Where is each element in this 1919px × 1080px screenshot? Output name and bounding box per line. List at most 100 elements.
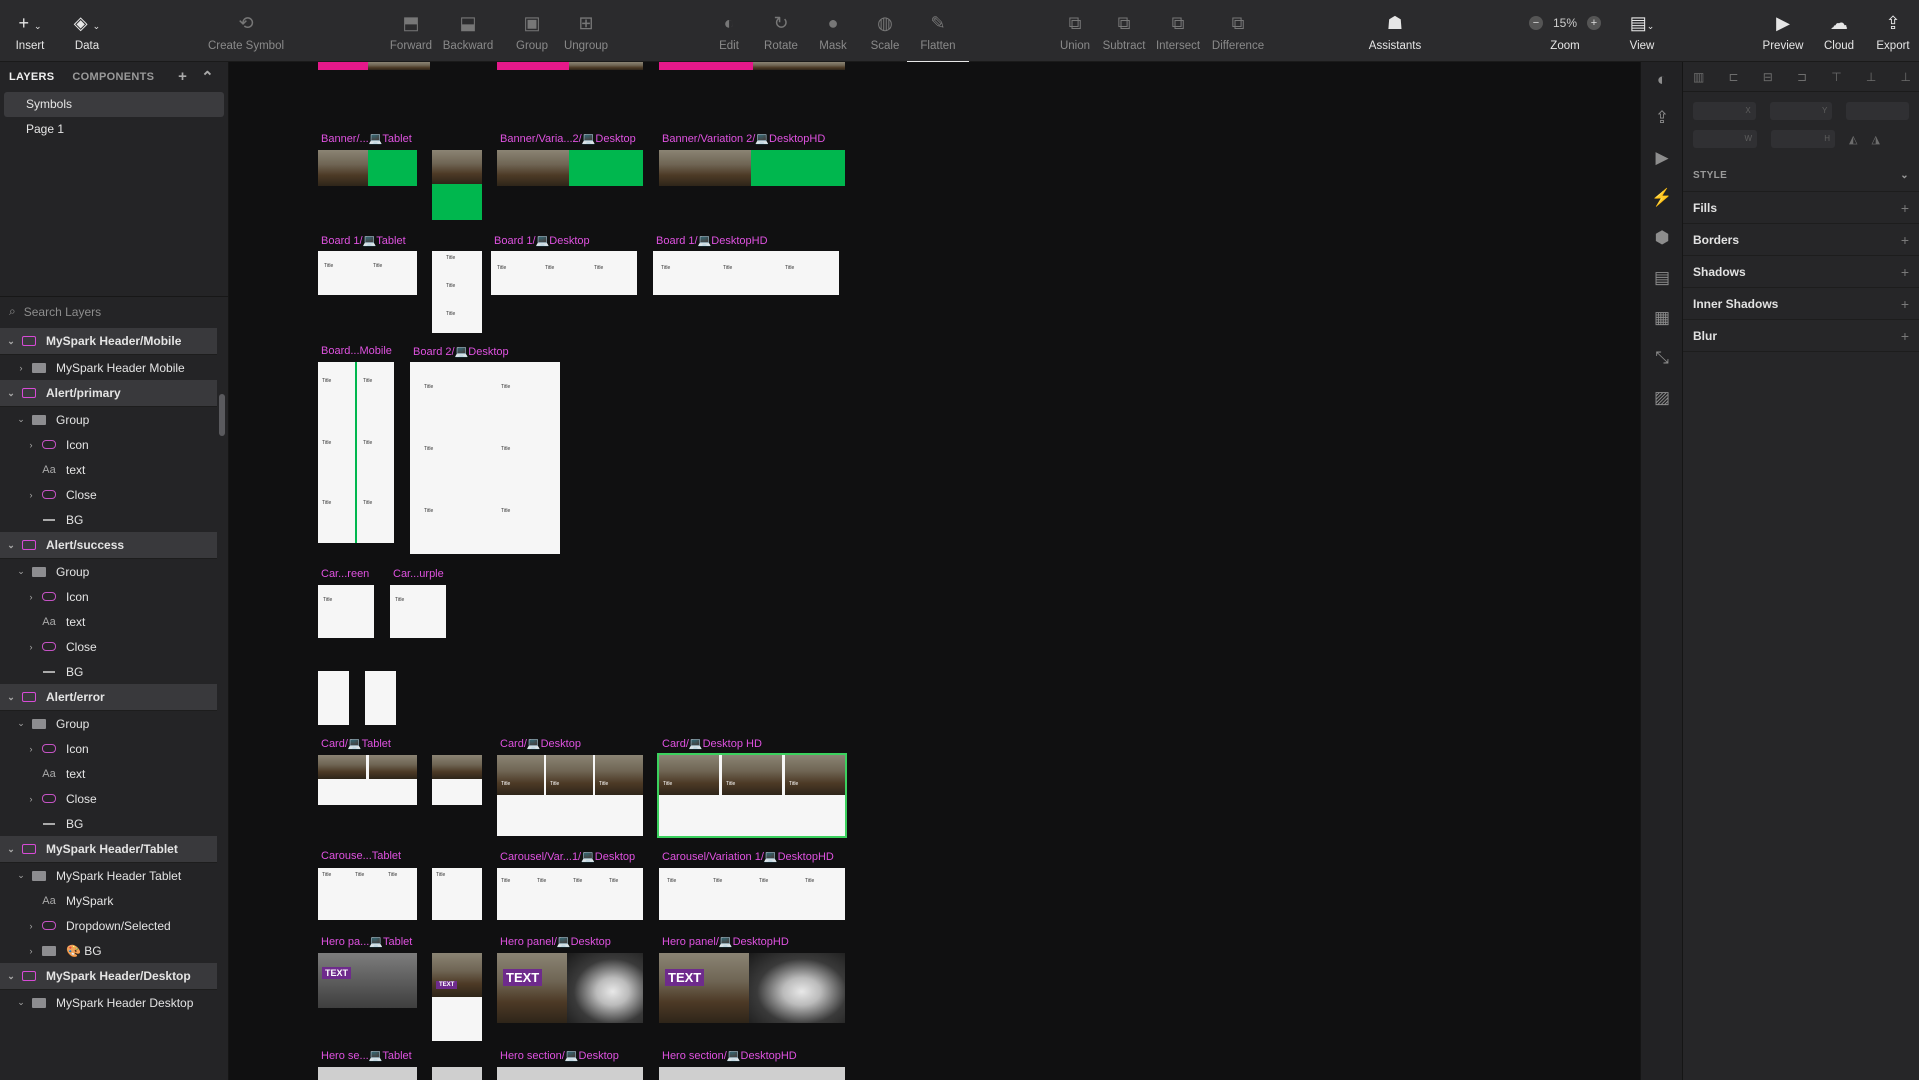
zoom-out-button[interactable]: − bbox=[1528, 16, 1543, 30]
component-hex-icon[interactable]: ⬢ bbox=[1641, 218, 1683, 258]
layer-row[interactable]: › Icon bbox=[0, 584, 217, 609]
layer-row[interactable]: › Icon bbox=[0, 736, 217, 761]
artboard-board1-desktop[interactable]: Title Title Title bbox=[491, 251, 637, 295]
style-prop-row[interactable]: Inner Shadows + bbox=[1683, 288, 1919, 320]
style-prop-row[interactable]: Borders + bbox=[1683, 224, 1919, 256]
chevron-right-icon[interactable]: › bbox=[24, 440, 38, 450]
zoom-in-button[interactable]: + bbox=[1587, 16, 1602, 30]
chevron-down-icon[interactable]: ⌄ bbox=[14, 566, 28, 577]
artboard-card-desktop[interactable]: Title Title Title bbox=[497, 755, 643, 836]
chevron-right-icon[interactable]: › bbox=[24, 946, 38, 956]
artboard-banner-mobile[interactable] bbox=[432, 150, 482, 220]
artboard-banner-desktop[interactable] bbox=[497, 150, 643, 186]
artboard-label-board1-desktophd[interactable]: Board 1/💻DesktopHD bbox=[656, 234, 768, 247]
artboard-label-hero-section-desktophd[interactable]: Hero section/💻DesktopHD bbox=[662, 1049, 797, 1062]
align-right-icon[interactable]: ⊐ bbox=[1797, 70, 1807, 84]
add-icon[interactable]: + bbox=[1901, 296, 1909, 312]
layer-search[interactable]: ⌕ Search Layers bbox=[0, 296, 228, 326]
page-item-symbols[interactable]: Symbols bbox=[4, 92, 224, 117]
layer-row[interactable]: Aa text bbox=[0, 457, 217, 482]
artboard-board1-desktophd[interactable]: Title Title Title bbox=[653, 251, 839, 295]
add-icon[interactable]: + bbox=[1901, 200, 1909, 216]
assistants-button[interactable]: ☗ Assistants bbox=[1367, 12, 1423, 52]
artboard-banner-top-desktophd[interactable] bbox=[659, 62, 845, 70]
artboard-hero-section-desktophd[interactable] bbox=[659, 1067, 845, 1080]
chevron-down-icon[interactable]: ⌄ bbox=[4, 540, 18, 551]
preview-button[interactable]: ▶ Preview bbox=[1762, 12, 1804, 52]
artboard-label-banner-desktophd[interactable]: Banner/Variation 2/💻DesktopHD bbox=[662, 132, 825, 145]
artboard-hero-panel-tablet[interactable]: TEXT bbox=[318, 953, 417, 1008]
canvas[interactable]: Banner/...💻Tablet Banner/Varia...2/💻Desk… bbox=[229, 62, 1640, 1080]
artboard-hero-panel-desktop[interactable]: TEXT bbox=[497, 953, 643, 1023]
artboard-carousel-tablet[interactable]: Title Title Title bbox=[318, 868, 417, 920]
collapse-icon[interactable]: ⌃ bbox=[201, 68, 214, 86]
artboard-car-purple[interactable]: Title bbox=[390, 585, 446, 638]
intersect-button[interactable]: ⧉ Intersect bbox=[1155, 12, 1201, 52]
artboard-label-board1-tablet[interactable]: Board 1/💻Tablet bbox=[321, 234, 406, 247]
add-icon[interactable]: + bbox=[1901, 232, 1909, 248]
difference-button[interactable]: ⧉ Difference bbox=[1210, 12, 1266, 52]
artboard-label-carousel-desktop[interactable]: Carousel/Var...1/💻Desktop bbox=[500, 850, 635, 863]
artboard-label-card-desktophd[interactable]: Card/💻Desktop HD bbox=[662, 737, 762, 750]
artboard-banner-tablet[interactable] bbox=[318, 150, 417, 186]
artboard-label-banner-desktop[interactable]: Banner/Varia...2/💻Desktop bbox=[500, 132, 636, 145]
search-input[interactable]: Search Layers bbox=[24, 305, 101, 319]
chevron-down-icon[interactable]: ⌄ bbox=[14, 718, 28, 729]
layout-list-icon[interactable]: ▤ bbox=[1641, 258, 1683, 298]
artboard-hero-section-mobile[interactable] bbox=[432, 1067, 482, 1080]
union-button[interactable]: ⧉ Union bbox=[1059, 12, 1091, 52]
image-icon[interactable]: ▨ bbox=[1641, 378, 1683, 418]
upload-icon[interactable]: ⇪ bbox=[1641, 98, 1683, 138]
artboard-banner-top-desktop[interactable] bbox=[497, 62, 643, 70]
insert-button[interactable]: + ⌄ Insert bbox=[12, 12, 48, 52]
layer-symbol-row[interactable]: ⌄ MySpark Header/Tablet bbox=[0, 836, 217, 863]
grid-icon[interactable]: ▦ bbox=[1641, 298, 1683, 338]
rotate-button[interactable]: ↻ Rotate bbox=[762, 12, 800, 52]
artboard-label-car-purple[interactable]: Car...urple bbox=[393, 568, 444, 580]
tab-layers[interactable]: LAYERS bbox=[9, 71, 54, 83]
layer-symbol-row[interactable]: ⌄ MySpark Header/Desktop bbox=[0, 963, 217, 990]
chevron-right-icon[interactable]: › bbox=[24, 744, 38, 754]
align-bottom-icon[interactable]: ⊥ bbox=[1900, 70, 1910, 84]
artboard-card-desktophd-selected[interactable]: Title Title Title bbox=[657, 753, 847, 838]
cloud-button[interactable]: ☁ Cloud bbox=[1822, 12, 1856, 52]
layer-row[interactable]: Aa text bbox=[0, 609, 217, 634]
height-field[interactable]: H bbox=[1771, 130, 1835, 148]
artboard-hero-panel-mobile[interactable]: TEXT bbox=[432, 953, 482, 1041]
artboard-label-carousel-tablet[interactable]: Carouse...Tablet bbox=[321, 850, 401, 862]
align-top-icon[interactable]: ⊤ bbox=[1831, 70, 1841, 84]
export-button[interactable]: ⇪ Export bbox=[1875, 12, 1911, 52]
artboard-hero-panel-desktophd[interactable]: TEXT bbox=[659, 953, 845, 1023]
artboard-car-green[interactable]: Title bbox=[318, 585, 374, 638]
distribute-icon[interactable]: ▥ bbox=[1693, 70, 1704, 84]
flatten-button[interactable]: ✎ Flatten bbox=[907, 12, 969, 63]
mask-button[interactable]: ● Mask bbox=[818, 12, 848, 52]
chevron-down-icon[interactable]: ⌄ bbox=[4, 692, 18, 703]
artboard-label-hero-section-tablet[interactable]: Hero se...💻Tablet bbox=[321, 1049, 412, 1062]
artboard-board1-mobile[interactable]: Title Title Title bbox=[432, 251, 482, 333]
chevron-down-icon[interactable]: ⌄ bbox=[4, 844, 18, 855]
artboard-banner-top-tablet[interactable] bbox=[318, 62, 430, 70]
forward-button[interactable]: ⬒ Forward bbox=[386, 12, 436, 52]
artboard-label-hero-panel-desktop[interactable]: Hero panel/💻Desktop bbox=[500, 935, 611, 948]
chevron-right-icon[interactable]: › bbox=[14, 363, 28, 373]
artboard-hero-section-desktop[interactable] bbox=[497, 1067, 643, 1080]
layers-scrollbar[interactable] bbox=[219, 394, 225, 436]
artboard-label-board-mobile[interactable]: Board...Mobile bbox=[321, 345, 392, 357]
style-prop-row[interactable]: Shadows + bbox=[1683, 256, 1919, 288]
inspector-toggle-icon[interactable]: ◐ bbox=[1641, 62, 1683, 98]
layer-row[interactable]: ⌄ MySpark Header Tablet bbox=[0, 863, 217, 888]
artboard-banner-desktophd[interactable] bbox=[659, 150, 845, 186]
artboard-label-hero-section-desktop[interactable]: Hero section/💻Desktop bbox=[500, 1049, 619, 1062]
chevron-right-icon[interactable]: › bbox=[24, 921, 38, 931]
add-icon[interactable]: + bbox=[1901, 264, 1909, 280]
artboard-label-carousel-desktophd[interactable]: Carousel/Variation 1/💻DesktopHD bbox=[662, 850, 834, 863]
chevron-right-icon[interactable]: › bbox=[24, 592, 38, 602]
artboard-label-card-tablet[interactable]: Card/💻Tablet bbox=[321, 737, 391, 750]
view-button[interactable]: ▤⌄ View bbox=[1626, 12, 1658, 52]
artboard-label-card-desktop[interactable]: Card/💻Desktop bbox=[500, 737, 581, 750]
chevron-down-icon[interactable]: ⌄ bbox=[4, 388, 18, 399]
layer-row[interactable]: › Close bbox=[0, 482, 217, 507]
artboard-label-banner-tablet[interactable]: Banner/...💻Tablet bbox=[321, 132, 412, 145]
artboard-carousel-mobile[interactable]: Title bbox=[432, 868, 482, 920]
